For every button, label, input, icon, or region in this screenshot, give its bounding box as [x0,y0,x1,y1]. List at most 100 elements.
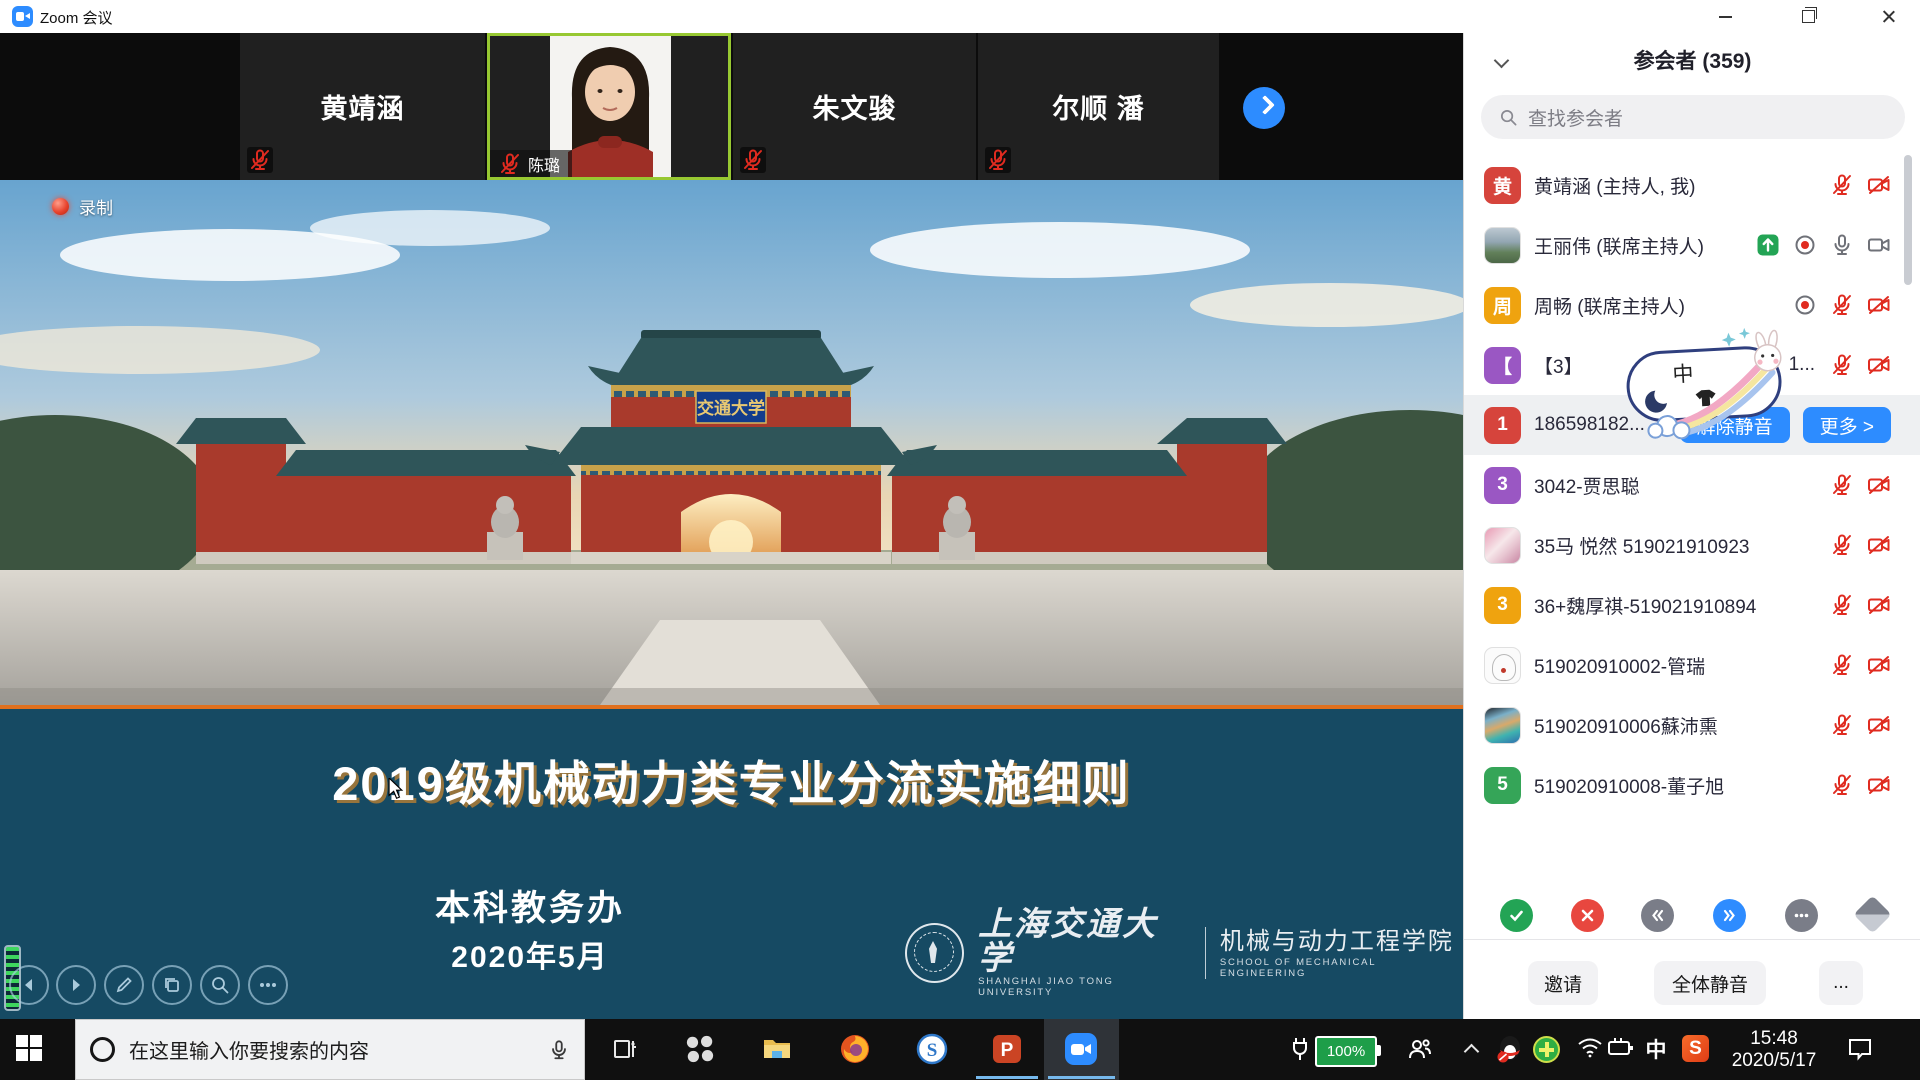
taskbar-search-input[interactable]: 在这里输入你要搜索的内容 [75,1019,585,1080]
screen-share-icon [1756,233,1780,257]
sjtu-logo-block: 上海交通大学 SHANGHAI JIAO TONG UNIVERSITY 机械与… [905,908,1463,998]
invite-button[interactable]: 邀请 [1528,961,1598,1005]
video-tile-active-speaker[interactable]: 陈璐 [487,33,731,180]
mic-muted-icon [1830,653,1854,677]
footer-more-button[interactable]: ... [1819,961,1863,1005]
action-center-icon[interactable] [1845,1036,1875,1062]
participant-name: 王丽伟 (联席主持人) [1534,232,1743,259]
participant-row[interactable]: 王丽伟 (联席主持人) [1464,215,1920,275]
window-titlebar: Zoom 会议 [0,0,1920,34]
battery-indicator[interactable]: 100% [1315,1036,1377,1067]
go-faster-button[interactable] [1713,899,1746,932]
clear-reactions-icon[interactable] [1853,895,1891,933]
video-tile[interactable]: 尔顺 潘 [978,33,1219,180]
camera-off-icon [1867,473,1891,497]
go-slower-button[interactable] [1641,899,1674,932]
participant-row[interactable]: 519020910002-管瑞 [1464,635,1920,695]
more-tools-button[interactable] [248,965,288,1005]
logo-university-en: SHANGHAI JIAO TONG UNIVERSITY [978,976,1191,998]
slide-photo-sjtu-gate: 交通大学 [0,180,1463,705]
mic-muted-icon [1830,173,1854,197]
task-view-button[interactable] [608,1032,642,1066]
avatar [1484,527,1521,564]
magnifier-button[interactable] [200,965,240,1005]
active-speaker-label: 陈璐 [490,150,572,177]
participant-row[interactable]: 5 519020910008-董子旭 [1464,755,1920,815]
ime-language-indicator[interactable]: 中 [1643,1036,1669,1062]
yes-check-button[interactable] [1500,899,1533,932]
recording-icon [1793,233,1817,257]
firefox-icon[interactable] [838,1032,872,1066]
taskbar-clock[interactable]: 15:48 2020/5/17 [1722,1028,1826,1072]
slide-divider-line [0,705,1463,709]
next-videos-button[interactable] [1243,87,1285,129]
participant-row[interactable]: 35马 悦然 519021910923 [1464,515,1920,575]
participants-panel: 参会者 (359) 查找参会者 黄 黄靖涵 (主持人, 我) 王丽伟 (联席主持… [1463,33,1920,1019]
file-explorer-icon[interactable] [760,1032,794,1066]
restore-button[interactable] [1778,0,1838,32]
avatar: 【 [1484,347,1521,384]
pinwheel-app-icon[interactable] [683,1032,717,1066]
more-reactions-button[interactable] [1785,899,1818,932]
wifi-icon[interactable] [1576,1036,1604,1058]
mic-muted-icon [498,152,522,176]
tray-expand-chevron-icon[interactable] [1462,1043,1482,1057]
people-icon[interactable] [1405,1036,1435,1062]
mic-muted-icon [1830,473,1854,497]
slides-overview-button[interactable] [152,965,192,1005]
previous-slide-button[interactable] [9,965,49,1005]
antivirus-icon[interactable] [1533,1036,1560,1063]
camera-off-icon [1867,593,1891,617]
mic-muted-icon [1830,593,1854,617]
powerpoint-icon[interactable]: P [990,1032,1024,1066]
participant-search-input[interactable]: 查找参会者 [1481,95,1905,139]
scrollbar-thumb[interactable] [1904,155,1912,285]
no-x-button[interactable] [1571,899,1604,932]
participant-row[interactable]: 3 3042-贾思聪 [1464,455,1920,515]
qq-icon[interactable] [1496,1034,1524,1064]
clock-date: 2020/5/17 [1722,1050,1826,1072]
mouse-cursor [388,778,404,800]
participant-row[interactable]: 黄 黄靖涵 (主持人, 我) [1464,155,1920,215]
mic-muted-icon [1830,353,1854,377]
mic-muted-icon [1830,773,1854,797]
participant-name: 36+魏厚祺-519021910894 [1534,592,1817,619]
mic-muted-icon [1830,293,1854,317]
avatar: 黄 [1484,167,1521,204]
start-button[interactable] [16,1035,44,1063]
mute-all-button[interactable]: 全体静音 [1654,961,1766,1005]
s-browser-icon[interactable]: S [915,1032,949,1066]
participants-panel-title: 参会者 (359) [1464,45,1920,75]
svg-text:中: 中 [1672,363,1694,387]
close-button[interactable] [1852,0,1912,32]
participant-name: 周畅 (联席主持人) [1534,292,1780,319]
video-tile[interactable]: 黄靖涵 [240,33,485,180]
search-placeholder: 查找参会者 [1528,104,1623,131]
zoom-taskbar-tile[interactable] [1044,1019,1119,1080]
windows-taskbar: 在这里输入你要搜索的内容 S [0,1019,1920,1080]
recording-indicator: 录制 [52,194,113,219]
logo-divider [1205,927,1206,979]
minimize-button[interactable] [1695,0,1755,32]
participant-row[interactable]: 周 周畅 (联席主持人) [1464,275,1920,335]
camera-off-icon [1867,773,1891,797]
participant-row[interactable]: 519020910006蘇沛熏 [1464,695,1920,755]
power-plug-icon[interactable] [1288,1036,1312,1062]
participant-name: 黄靖涵 (主持人, 我) [1534,172,1817,199]
video-strip: 黄靖涵 陈璐 朱文骏 尔顺 潘 [0,33,1463,180]
mic-muted-icon [740,147,766,173]
camera-off-icon [1867,353,1891,377]
svg-text:交通大学: 交通大学 [697,398,765,418]
more-button[interactable]: 更多 > [1803,407,1891,443]
sogou-input-icon[interactable]: S [1682,1035,1709,1062]
participant-row[interactable]: 3 36+魏厚祺-519021910894 [1464,575,1920,635]
battery-tray-icon[interactable] [1606,1036,1636,1058]
annotate-pencil-button[interactable] [104,965,144,1005]
zoom-app-icon [12,6,33,27]
taskbar-search-placeholder: 在这里输入你要搜索的内容 [129,1035,534,1064]
shared-screen: 交通大学 录制 2019级机械动力类专业分流实施细则 本科教务办 2020年5月… [0,180,1463,1019]
next-slide-button[interactable] [56,965,96,1005]
dictation-mic-icon[interactable] [548,1039,570,1061]
video-tile[interactable]: 朱文骏 [733,33,976,180]
avatar [1484,707,1521,744]
